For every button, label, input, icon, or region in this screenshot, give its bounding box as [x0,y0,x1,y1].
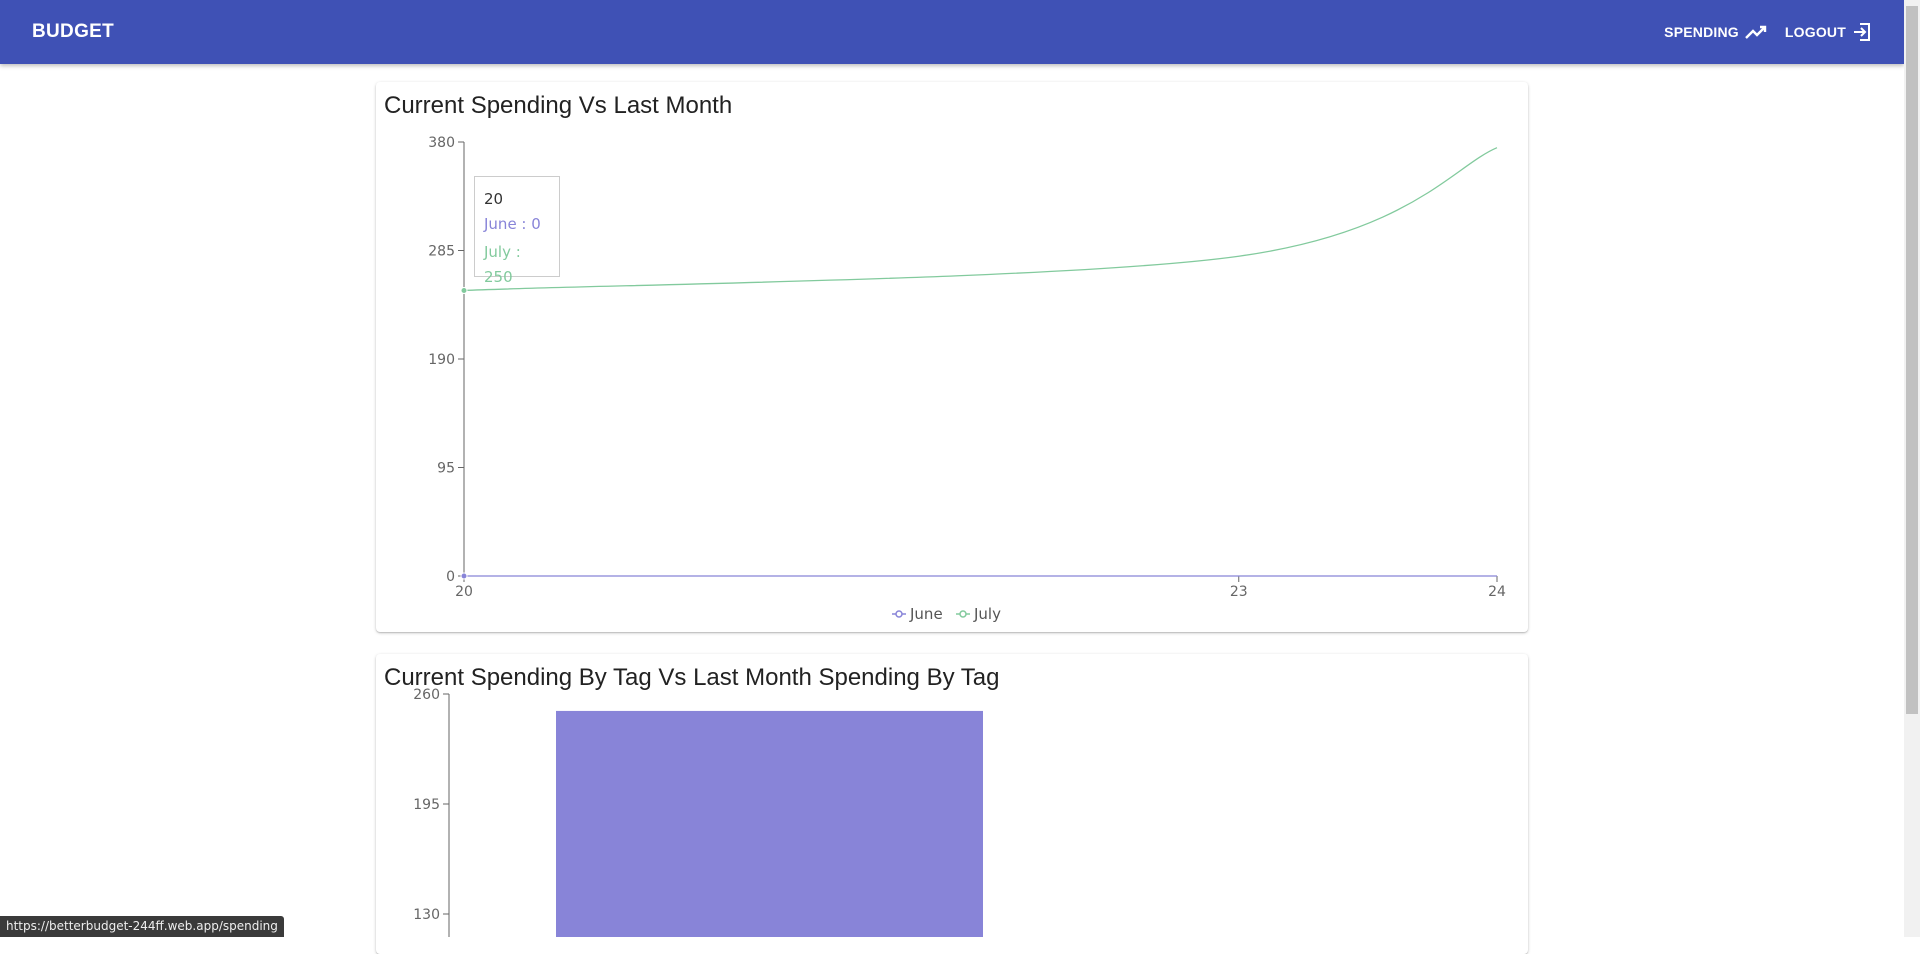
y-tick-label: 0 [446,569,455,585]
spending-label: SPENDING [1664,24,1739,40]
tooltip-june: June : 0 [484,215,541,233]
y-tick-label: 285 [428,244,455,260]
bar-chart: 130 195 260 [413,687,983,937]
tooltip-x: 20 [484,190,504,208]
spending-button[interactable]: SPENDING [1664,24,1767,40]
trending-up-icon [1745,25,1767,39]
line-chart: 0 95 190 285 380 20 23 24 June July [428,135,1506,623]
nav-actions: SPENDING LOGOUT [1664,22,1872,42]
x-tick-label: 20 [455,584,473,600]
y-tick-label: 130 [413,907,440,923]
x-tick-label: 23 [1230,584,1248,600]
legend-label-july: July [973,605,1001,623]
brand-title[interactable]: BUDGET [32,21,114,43]
tooltip-july: July : 250 [484,243,521,286]
logout-icon [1854,23,1870,41]
status-bar-url: https://betterbudget-244ff.web.app/spend… [0,916,284,937]
y-tick-label: 380 [428,135,455,151]
app-bar: BUDGET SPENDING LOGOUT [0,0,1904,64]
legend-marker-july [959,610,967,618]
active-dot-july [460,286,468,294]
series-line-july [463,147,1498,292]
y-tick-label: 195 [413,797,440,813]
legend-label-june: June [909,605,943,623]
bar [556,710,983,937]
logout-button[interactable]: LOGOUT [1785,22,1872,42]
scrollbar-thumb[interactable] [1906,6,1918,714]
logout-label: LOGOUT [1784,24,1846,40]
chart-tooltip: 20 June : 0 July : 250 [474,176,560,286]
active-dot-june [460,572,468,580]
scrollbar[interactable] [1904,0,1920,937]
x-tick-label: 24 [1488,584,1506,600]
y-tick-label: 190 [428,352,455,368]
y-tick-label: 95 [437,461,455,477]
y-tick-label: 260 [413,687,440,703]
legend-marker-june [895,610,903,618]
